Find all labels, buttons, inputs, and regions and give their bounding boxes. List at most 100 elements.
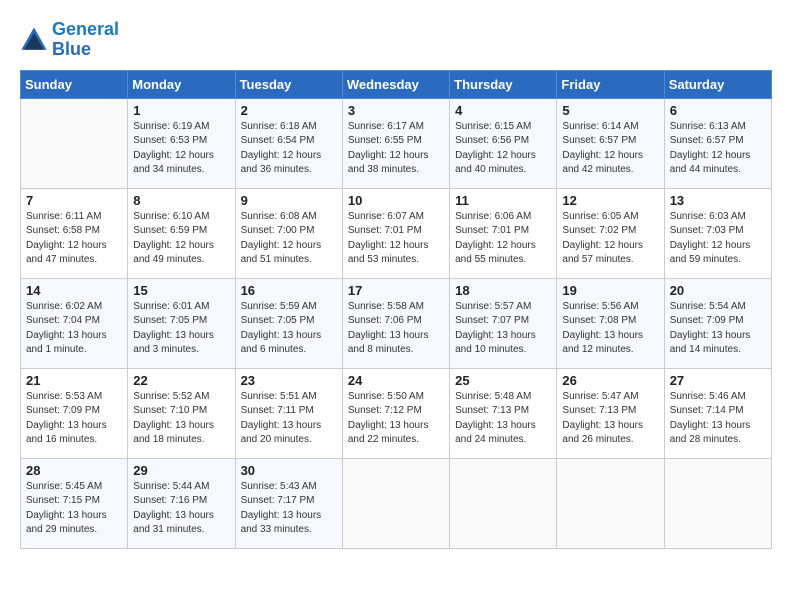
day-info: Sunrise: 6:18 AM Sunset: 6:54 PM Dayligh… [241,120,337,178]
calendar-cell: 26 Sunrise: 5:47 AM Sunset: 7:13 PM Dayli… [557,368,664,458]
weekday-header: Sunday [21,70,128,98]
day-info: Sunrise: 6:15 AM Sunset: 6:56 PM Dayligh… [455,120,551,178]
day-number: 30 [241,463,337,478]
day-info: Sunrise: 6:05 AM Sunset: 7:02 PM Dayligh… [562,210,658,268]
day-number: 3 [348,103,444,118]
day-info: Sunrise: 5:53 AM Sunset: 7:09 PM Dayligh… [26,390,122,448]
calendar-cell [21,98,128,188]
day-info: Sunrise: 5:56 AM Sunset: 7:08 PM Dayligh… [562,300,658,358]
calendar-cell: 29 Sunrise: 5:44 AM Sunset: 7:16 PM Dayli… [128,458,235,548]
day-number: 28 [26,463,122,478]
calendar-cell: 25 Sunrise: 5:48 AM Sunset: 7:13 PM Dayli… [450,368,557,458]
day-info: Sunrise: 5:59 AM Sunset: 7:05 PM Dayligh… [241,300,337,358]
day-number: 26 [562,373,658,388]
day-info: Sunrise: 5:50 AM Sunset: 7:12 PM Dayligh… [348,390,444,448]
day-info: Sunrise: 6:19 AM Sunset: 6:53 PM Dayligh… [133,120,229,178]
calendar-cell: 14Sunrise: 6:02 AM Sunset: 7:04 PM Dayli… [21,278,128,368]
weekday-header: Wednesday [342,70,449,98]
calendar-cell [557,458,664,548]
weekday-header: Friday [557,70,664,98]
day-number: 23 [241,373,337,388]
day-info: Sunrise: 5:44 AM Sunset: 7:16 PM Dayligh… [133,480,229,538]
calendar-cell: 5 Sunrise: 6:14 AM Sunset: 6:57 PM Daylig… [557,98,664,188]
day-number: 18 [455,283,551,298]
calendar-cell: 15Sunrise: 6:01 AM Sunset: 7:05 PM Dayli… [128,278,235,368]
calendar-cell: 10 Sunrise: 6:07 AM Sunset: 7:01 PM Dayli… [342,188,449,278]
page-header: General Blue [20,20,772,60]
calendar-cell [664,458,771,548]
day-number: 21 [26,373,122,388]
day-number: 19 [562,283,658,298]
calendar-cell: 24 Sunrise: 5:50 AM Sunset: 7:12 PM Dayli… [342,368,449,458]
calendar-cell: 27 Sunrise: 5:46 AM Sunset: 7:14 PM Dayli… [664,368,771,458]
weekday-header: Thursday [450,70,557,98]
calendar-cell: 12 Sunrise: 6:05 AM Sunset: 7:02 PM Dayli… [557,188,664,278]
calendar-cell: 9 Sunrise: 6:08 AM Sunset: 7:00 PM Daylig… [235,188,342,278]
day-info: Sunrise: 5:52 AM Sunset: 7:10 PM Dayligh… [133,390,229,448]
calendar-cell [450,458,557,548]
calendar-table: SundayMondayTuesdayWednesdayThursdayFrid… [20,70,772,549]
day-info: Sunrise: 6:14 AM Sunset: 6:57 PM Dayligh… [562,120,658,178]
calendar-cell: 23 Sunrise: 5:51 AM Sunset: 7:11 PM Dayli… [235,368,342,458]
day-number: 6 [670,103,766,118]
day-number: 1 [133,103,229,118]
day-info: Sunrise: 6:08 AM Sunset: 7:00 PM Dayligh… [241,210,337,268]
day-info: Sunrise: 6:06 AM Sunset: 7:01 PM Dayligh… [455,210,551,268]
day-info: Sunrise: 5:54 AM Sunset: 7:09 PM Dayligh… [670,300,766,358]
calendar-cell: 28 Sunrise: 5:45 AM Sunset: 7:15 PM Dayli… [21,458,128,548]
day-number: 25 [455,373,551,388]
logo: General Blue [20,20,119,60]
day-info: Sunrise: 6:17 AM Sunset: 6:55 PM Dayligh… [348,120,444,178]
calendar-header: SundayMondayTuesdayWednesdayThursdayFrid… [21,70,772,98]
day-info: Sunrise: 5:47 AM Sunset: 7:13 PM Dayligh… [562,390,658,448]
calendar-cell: 11 Sunrise: 6:06 AM Sunset: 7:01 PM Dayli… [450,188,557,278]
day-number: 17 [348,283,444,298]
day-info: Sunrise: 6:13 AM Sunset: 6:57 PM Dayligh… [670,120,766,178]
calendar-cell [342,458,449,548]
calendar-cell: 1 Sunrise: 6:19 AM Sunset: 6:53 PM Daylig… [128,98,235,188]
day-info: Sunrise: 5:45 AM Sunset: 7:15 PM Dayligh… [26,480,122,538]
calendar-cell: 22Sunrise: 5:52 AM Sunset: 7:10 PM Dayli… [128,368,235,458]
day-info: Sunrise: 6:10 AM Sunset: 6:59 PM Dayligh… [133,210,229,268]
calendar-cell: 19 Sunrise: 5:56 AM Sunset: 7:08 PM Dayli… [557,278,664,368]
day-info: Sunrise: 5:51 AM Sunset: 7:11 PM Dayligh… [241,390,337,448]
calendar-cell: 16 Sunrise: 5:59 AM Sunset: 7:05 PM Dayli… [235,278,342,368]
day-number: 12 [562,193,658,208]
day-number: 4 [455,103,551,118]
day-info: Sunrise: 5:46 AM Sunset: 7:14 PM Dayligh… [670,390,766,448]
day-number: 14 [26,283,122,298]
day-number: 27 [670,373,766,388]
calendar-cell: 21 Sunrise: 5:53 AM Sunset: 7:09 PM Dayli… [21,368,128,458]
calendar-cell: 4 Sunrise: 6:15 AM Sunset: 6:56 PM Daylig… [450,98,557,188]
calendar-week-row: 28 Sunrise: 5:45 AM Sunset: 7:15 PM Dayli… [21,458,772,548]
day-number: 29 [133,463,229,478]
day-number: 5 [562,103,658,118]
day-number: 2 [241,103,337,118]
calendar-cell: 7Sunrise: 6:11 AM Sunset: 6:58 PM Daylig… [21,188,128,278]
day-info: Sunrise: 5:58 AM Sunset: 7:06 PM Dayligh… [348,300,444,358]
day-number: 9 [241,193,337,208]
day-number: 10 [348,193,444,208]
day-number: 8 [133,193,229,208]
day-number: 16 [241,283,337,298]
calendar-week-row: 1 Sunrise: 6:19 AM Sunset: 6:53 PM Daylig… [21,98,772,188]
day-number: 11 [455,193,551,208]
day-info: Sunrise: 6:03 AM Sunset: 7:03 PM Dayligh… [670,210,766,268]
calendar-cell: 20 Sunrise: 5:54 AM Sunset: 7:09 PM Dayli… [664,278,771,368]
logo-icon [20,26,48,54]
calendar-body: 1 Sunrise: 6:19 AM Sunset: 6:53 PM Daylig… [21,98,772,548]
calendar-cell: 6 Sunrise: 6:13 AM Sunset: 6:57 PM Daylig… [664,98,771,188]
day-info: Sunrise: 6:07 AM Sunset: 7:01 PM Dayligh… [348,210,444,268]
calendar-week-row: 21 Sunrise: 5:53 AM Sunset: 7:09 PM Dayli… [21,368,772,458]
day-info: Sunrise: 5:43 AM Sunset: 7:17 PM Dayligh… [241,480,337,538]
weekday-header: Monday [128,70,235,98]
calendar-cell: 18Sunrise: 5:57 AM Sunset: 7:07 PM Dayli… [450,278,557,368]
calendar-cell: 30 Sunrise: 5:43 AM Sunset: 7:17 PM Dayli… [235,458,342,548]
calendar-cell: 3 Sunrise: 6:17 AM Sunset: 6:55 PM Daylig… [342,98,449,188]
day-info: Sunrise: 6:01 AM Sunset: 7:05 PM Dayligh… [133,300,229,358]
logo-text: General Blue [52,20,119,60]
day-number: 20 [670,283,766,298]
day-number: 13 [670,193,766,208]
day-number: 24 [348,373,444,388]
day-info: Sunrise: 5:48 AM Sunset: 7:13 PM Dayligh… [455,390,551,448]
